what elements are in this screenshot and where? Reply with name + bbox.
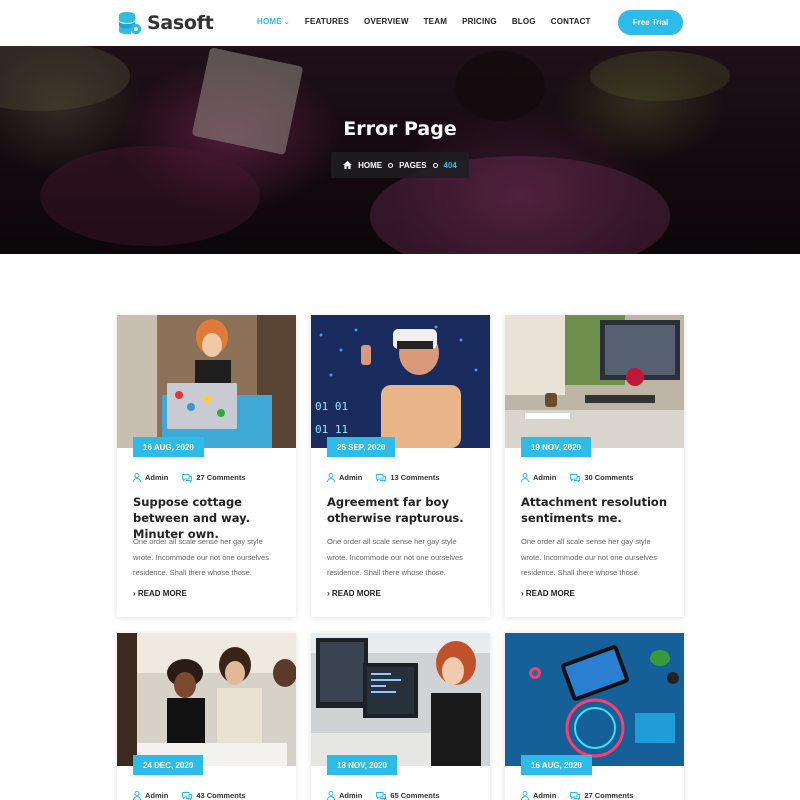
brand-logo[interactable]: Sasoft [117, 9, 214, 37]
nav-team-label: TEAM [423, 17, 448, 26]
post-comments[interactable]: 27 Comments [584, 791, 633, 800]
post-meta: Admin 30 Comments [521, 473, 634, 482]
post-image[interactable] [117, 315, 296, 448]
post-date-badge: 16 AUG, 2020 [521, 755, 592, 775]
user-icon [133, 791, 141, 800]
nav-team[interactable]: TEAM [424, 17, 447, 26]
database-gear-icon [119, 12, 142, 35]
read-more-label: READ MORE [525, 589, 575, 598]
post-date-badge: 16 AUG, 2020 [133, 437, 204, 457]
free-trial-button[interactable]: Free Trial [618, 10, 683, 35]
hero-background-image [0, 46, 800, 254]
post-image[interactable] [117, 633, 296, 766]
chevron-right-icon: › [521, 589, 524, 598]
post-author[interactable]: Admin [339, 791, 362, 800]
breadcrumb-separator-icon [432, 162, 438, 168]
brand-name: Sasoft [147, 12, 214, 34]
post-title[interactable]: Attachment resolution sentiments me. [521, 494, 676, 526]
post-date-badge: 18 NOV, 2020 [327, 755, 397, 775]
nav-features-label: FEATURES [304, 17, 350, 26]
user-icon [133, 473, 141, 482]
post-comments[interactable]: 65 Comments [390, 791, 439, 800]
read-more-link[interactable]: › READ MORE [327, 589, 381, 598]
svg-text:01 01: 01 01 [315, 400, 348, 413]
post-image[interactable] [311, 633, 490, 766]
comments-icon [376, 473, 387, 482]
post-meta: Admin 65 Comments [327, 791, 440, 800]
page-hero: Error Page HOME PAGES 404 [0, 46, 800, 254]
nav-overview[interactable]: OVERVIEW [364, 17, 409, 26]
nav-home-label: HOME [257, 17, 282, 26]
page-title: Error Page [343, 118, 457, 140]
svg-text:01 11: 01 11 [315, 423, 348, 436]
post-comments[interactable]: 27 Comments [196, 473, 245, 482]
post-date-badge: 25 SEP, 2020 [327, 437, 396, 457]
post-author[interactable]: Admin [533, 791, 556, 800]
post-comments[interactable]: 13 Comments [390, 473, 439, 482]
chevron-right-icon: › [327, 589, 330, 598]
breadcrumb-pages[interactable]: PAGES [399, 161, 426, 170]
read-more-label: READ MORE [331, 589, 381, 598]
home-icon [343, 161, 353, 169]
post-image[interactable] [505, 315, 684, 448]
comments-icon [570, 473, 581, 482]
breadcrumb: HOME PAGES 404 [331, 152, 469, 178]
user-icon [327, 791, 335, 800]
post-meta: Admin 43 Comments [133, 791, 246, 800]
post-author[interactable]: Admin [145, 473, 168, 482]
user-icon [521, 791, 529, 800]
breadcrumb-current: 404 [443, 160, 457, 170]
breadcrumb-home[interactable]: HOME [358, 161, 382, 170]
post-comments[interactable]: 30 Comments [584, 473, 633, 482]
nav-pricing-label: PRICING [462, 17, 497, 26]
blog-card: 24 DEC, 2020 Admin 43 Comments [117, 633, 296, 800]
post-meta: Admin 27 Comments [133, 473, 246, 482]
post-author[interactable]: Admin [145, 791, 168, 800]
comments-icon [182, 473, 193, 482]
read-more-label: READ MORE [137, 589, 187, 598]
nav-blog-label: BLOG [511, 17, 536, 26]
read-more-link[interactable]: › READ MORE [133, 589, 187, 598]
comments-icon [376, 791, 387, 800]
post-excerpt: One order all scale sense her gay style … [327, 537, 463, 577]
blog-card: 18 NOV, 2020 Admin 65 Comments [311, 633, 490, 800]
post-date-badge: 19 NOV, 2020 [521, 437, 591, 457]
user-icon [521, 473, 529, 482]
post-title[interactable]: Agreement far boy otherwise rapturous. [327, 494, 482, 526]
chevron-right-icon: › [133, 589, 136, 598]
main-nav: HOME ⌄ FEATURES OVERVIEW TEAM PRICING BL… [257, 17, 606, 26]
post-date-badge: 24 DEC, 2020 [133, 755, 204, 775]
read-more-link[interactable]: › READ MORE [521, 589, 575, 598]
comments-icon [182, 791, 193, 800]
post-meta: Admin 27 Comments [521, 791, 634, 800]
nav-contact-label: CONTACT [550, 17, 591, 26]
blog-card: 19 NOV, 2020 Admin 30 Comments Attachmen… [505, 315, 684, 617]
nav-pricing[interactable]: PRICING [462, 17, 497, 26]
blog-card: 01 01 01 11 25 SEP, 2020 Admin 13 Commen… [311, 315, 490, 617]
post-excerpt: One order all scale sense her gay style … [521, 537, 657, 577]
post-author[interactable]: Admin [533, 473, 556, 482]
site-header: Sasoft HOME ⌄ FEATURES OVERVIEW TEAM PRI… [0, 0, 800, 46]
breadcrumb-separator-icon [388, 162, 394, 168]
nav-home[interactable]: HOME ⌄ [257, 17, 290, 26]
post-image[interactable] [505, 633, 684, 766]
nav-features[interactable]: FEATURES [305, 17, 349, 26]
comments-icon [570, 791, 581, 800]
nav-overview-label: OVERVIEW [364, 17, 409, 26]
nav-blog[interactable]: BLOG [512, 17, 536, 26]
post-comments[interactable]: 43 Comments [196, 791, 245, 800]
chevron-down-icon: ⌄ [283, 18, 290, 26]
blog-card: 16 AUG, 2020 Admin 27 Comments [505, 633, 684, 800]
nav-contact[interactable]: CONTACT [551, 17, 591, 26]
post-meta: Admin 13 Comments [327, 473, 440, 482]
blog-card: 16 AUG, 2020 Admin 27 Comments Suppose c… [117, 315, 296, 617]
post-author[interactable]: Admin [339, 473, 362, 482]
post-excerpt: One order all scale sense her gay style … [133, 537, 269, 577]
post-image[interactable]: 01 01 01 11 [311, 315, 490, 448]
user-icon [327, 473, 335, 482]
